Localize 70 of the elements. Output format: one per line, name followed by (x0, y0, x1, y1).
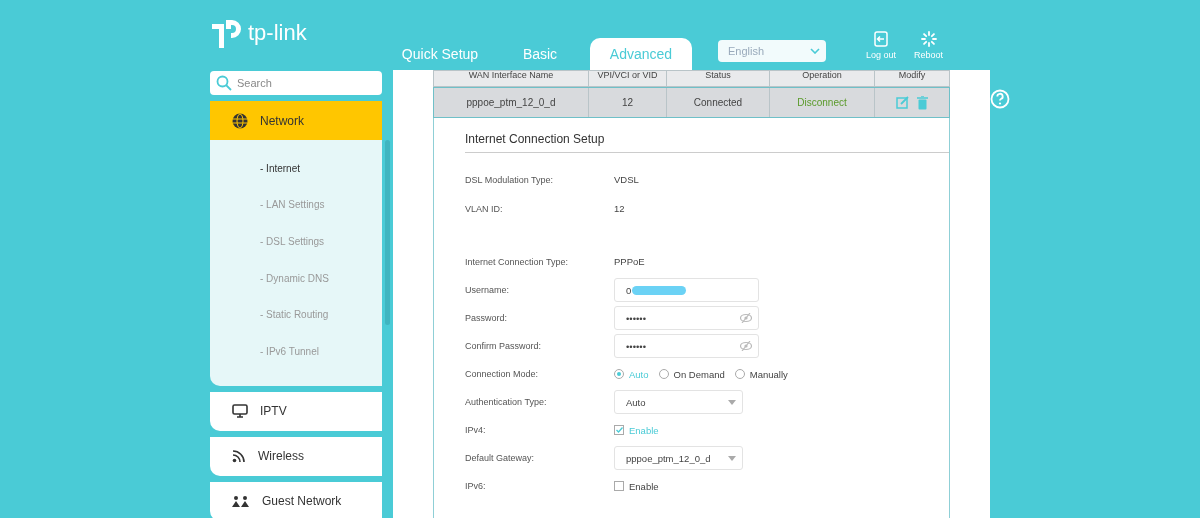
eye-off-icon[interactable] (740, 313, 752, 323)
globe-icon (232, 112, 248, 129)
field-label: VLAN ID: (465, 203, 504, 214)
field-label: Connection Mode: (465, 369, 540, 379)
caret-icon (728, 399, 736, 405)
field-value: VDSL (614, 174, 639, 185)
chevron-down-icon (810, 48, 820, 54)
radio-label: Manually (749, 368, 788, 380)
table-cell: pppoe_ptm_12_0_d (434, 88, 589, 117)
submenu-item[interactable]: - DSL Settings (260, 223, 382, 260)
monitor-icon (232, 404, 248, 419)
reboot-button[interactable]: Reboot (914, 31, 944, 60)
checkbox-label: Enable (629, 480, 659, 492)
field-value: PPPoE (614, 256, 645, 267)
input-field[interactable]: 0 (614, 278, 759, 302)
caret-icon (728, 455, 736, 461)
field-label: Internet Connection Type: (465, 256, 569, 267)
logo-text: tp-link (248, 20, 307, 46)
submenu-item[interactable]: - Static Routing (260, 296, 382, 333)
submenu-item[interactable]: - Dynamic DNS (260, 259, 382, 297)
submenu-item[interactable]: - IPv6 Tunnel (260, 332, 382, 370)
table-cell: 12 (589, 88, 667, 117)
field-label: Default Gateway: (465, 453, 536, 463)
checkbox-label: Enable (629, 424, 659, 436)
field-value: 12 (614, 203, 625, 214)
field-label: DSL Modulation Type: (465, 174, 555, 185)
select-field[interactable]: pppoe_ptm_12_0_d (614, 446, 743, 470)
disconnect-link[interactable]: Disconnect (770, 88, 875, 117)
sidebar-item[interactable]: Wireless (210, 436, 382, 476)
section-title: Internet Connection Setup (465, 132, 949, 153)
password-field[interactable]: •••••• (614, 334, 759, 358)
eye-off-icon[interactable] (740, 341, 752, 351)
sidebar-item[interactable]: Network (210, 101, 382, 140)
field-label: Username: (465, 285, 510, 295)
password-field[interactable]: •••••• (614, 306, 759, 330)
logout-button[interactable]: Log out (866, 31, 897, 60)
wifi-signal-icon (232, 449, 246, 464)
search-field[interactable]: Search (210, 71, 382, 95)
help-icon[interactable] (990, 89, 1010, 109)
language-select[interactable]: English (718, 40, 826, 62)
checkbox[interactable] (614, 481, 624, 491)
sidebar-item[interactable]: IPTV (210, 391, 382, 431)
column-header: WAN Interface Name (434, 71, 589, 86)
checkbox[interactable] (614, 425, 624, 435)
submenu-item[interactable]: - LAN Settings (260, 186, 382, 224)
trash-icon[interactable] (917, 95, 928, 110)
guests-icon (232, 494, 250, 508)
select-field[interactable]: Auto (614, 390, 743, 414)
nav-tab[interactable]: Quick Setup (390, 38, 490, 70)
table-cell: Connected (667, 88, 770, 117)
field-label: Confirm Password: (465, 341, 543, 351)
spinner-icon (920, 31, 937, 47)
column-header: VPI/VCI or VID (589, 71, 667, 86)
column-header: Operation (770, 71, 875, 86)
nav-tab[interactable]: Basic (490, 38, 590, 70)
nav-tab[interactable]: Advanced (590, 38, 692, 70)
sidebar-item[interactable]: Guest Network (210, 481, 382, 518)
radio-label: On Demand (673, 368, 725, 380)
column-header: Status (667, 71, 770, 86)
logout-icon (873, 31, 889, 47)
field-label: IPv6: (465, 481, 487, 491)
radio-label: Auto (629, 368, 649, 380)
submenu-item[interactable]: - Internet (260, 150, 382, 187)
field-label: Authentication Type: (465, 397, 548, 407)
logo-icon (210, 18, 244, 50)
field-label: Password: (465, 313, 509, 323)
column-header: Modify (897, 71, 927, 82)
search-icon (216, 75, 232, 91)
field-label: IPv4: (465, 425, 487, 435)
edit-icon[interactable] (896, 96, 909, 109)
